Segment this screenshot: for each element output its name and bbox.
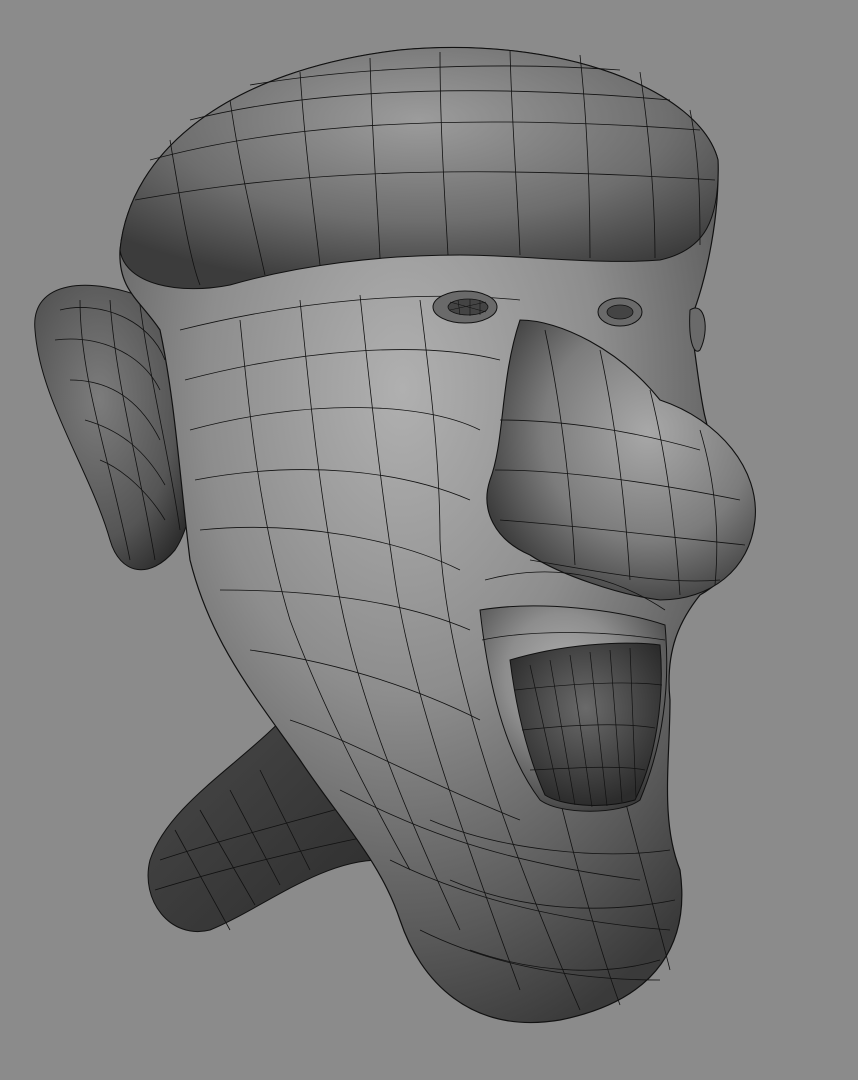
right-eye [597, 297, 643, 327]
head-model-render[interactable] [0, 0, 858, 1080]
3d-viewport[interactable] [0, 0, 858, 1080]
left-eye [432, 290, 498, 324]
far-ear-mesh [689, 307, 706, 352]
cap-mesh [119, 47, 719, 290]
